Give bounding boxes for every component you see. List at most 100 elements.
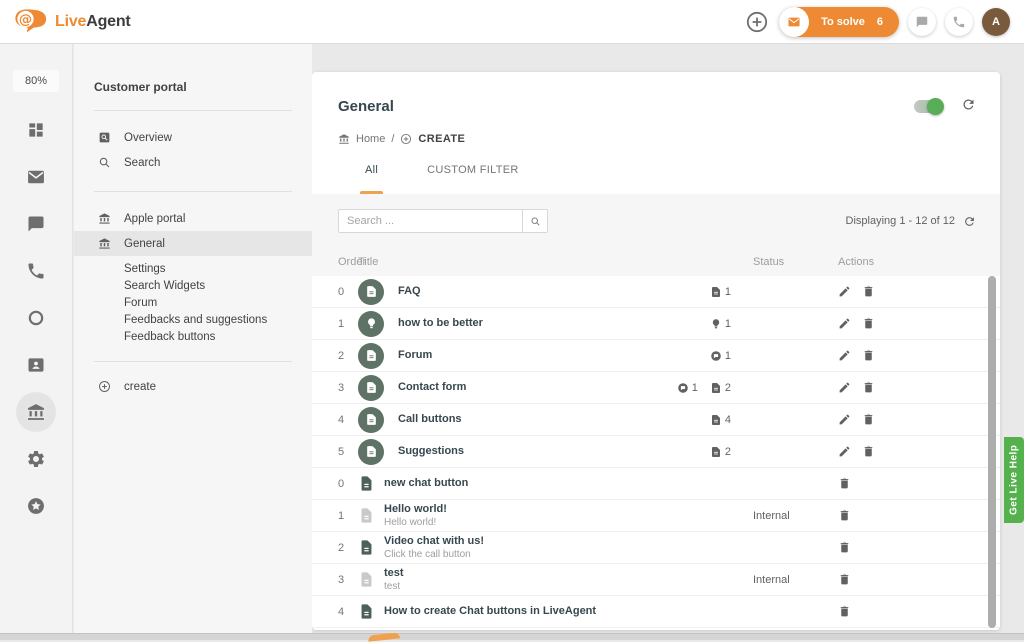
row-title: how to be better <box>398 317 483 330</box>
rail-item-star[interactable] <box>0 482 72 529</box>
delete-button[interactable] <box>838 541 851 554</box>
delete-button[interactable] <box>862 413 875 426</box>
table-row-test[interactable]: 3testtestInternal <box>312 564 1000 596</box>
sidebar-item-search[interactable]: Search <box>74 150 312 175</box>
plus-circle-icon <box>745 10 769 34</box>
category-avatar <box>358 375 384 401</box>
edit-button[interactable] <box>838 413 851 426</box>
delete-button[interactable] <box>838 477 851 490</box>
chat-button[interactable] <box>908 8 936 36</box>
article-file-icon <box>358 569 376 590</box>
breadcrumb-separator: / <box>391 133 394 145</box>
trash-icon <box>862 285 875 298</box>
sidebar-subitem-search-widgets[interactable]: Search Widgets <box>74 277 312 294</box>
left-rail: 80% <box>0 44 73 640</box>
delete-button[interactable] <box>862 317 875 330</box>
search-input[interactable] <box>338 209 522 233</box>
sidebar-item-general[interactable]: General <box>74 231 312 256</box>
row-order: 0 <box>338 478 358 490</box>
sidebar-subitem-feedback-buttons[interactable]: Feedback buttons <box>74 328 312 345</box>
star-icon <box>26 496 46 516</box>
breadcrumb-create[interactable]: CREATE <box>418 133 465 145</box>
rail-item-phone[interactable] <box>0 247 72 294</box>
row-title: How to create Chat buttons in LiveAgent <box>384 605 596 618</box>
portal-enabled-toggle[interactable] <box>914 100 942 113</box>
edit-button[interactable] <box>838 285 851 298</box>
row-order: 3 <box>338 382 358 394</box>
user-avatar[interactable]: A <box>982 8 1010 36</box>
delete-button[interactable] <box>862 445 875 458</box>
table-scrollbar[interactable] <box>988 276 996 628</box>
article-icon <box>710 382 722 394</box>
overview-icon <box>98 131 111 144</box>
search-button[interactable] <box>522 209 548 233</box>
pencil-icon <box>838 317 851 330</box>
sidebar-create-button[interactable]: create <box>74 374 312 399</box>
table-row-video-chat-with-us-[interactable]: 2Video chat with us!Click the call butto… <box>312 532 1000 564</box>
table-row-forum[interactable]: 2Forum1 <box>312 340 1000 372</box>
delete-button[interactable] <box>838 605 851 618</box>
get-live-help-button[interactable]: Get Live Help <box>1004 437 1024 523</box>
table-row-how-to-be-better[interactable]: 1how to be better1 <box>312 308 1000 340</box>
bulb-icon <box>710 318 722 330</box>
table-body: 0FAQ11how to be better12Forum1 3 Contact f… <box>312 276 1000 630</box>
refresh-button[interactable] <box>961 97 976 112</box>
delete-button[interactable] <box>862 349 875 362</box>
to-solve-count: 6 <box>877 16 883 28</box>
phone-icon <box>952 15 966 29</box>
table-row-contact-form[interactable]: 3Contact form12 <box>312 372 1000 404</box>
table-row-faq[interactable]: 0FAQ1 <box>312 276 1000 308</box>
add-new-button[interactable] <box>744 9 770 35</box>
tabs: AllCUSTOM FILTER <box>338 162 974 194</box>
header-actions: To solve 6 A <box>744 7 1010 37</box>
refresh-icon <box>961 97 976 112</box>
rail-nav <box>0 106 72 529</box>
edit-button[interactable] <box>838 317 851 330</box>
rail-item-bank[interactable] <box>0 388 72 435</box>
column-actions: Actions <box>836 256 978 268</box>
rail-item-ring[interactable] <box>0 294 72 341</box>
row-subtitle: test <box>384 581 404 593</box>
table-row-suggestions[interactable]: 5Suggestions2 <box>312 436 1000 468</box>
sidebar-general-children: SettingsSearch WidgetsForumFeedbacks and… <box>74 260 312 345</box>
refresh-icon <box>963 215 976 228</box>
sidebar-subitem-settings[interactable]: Settings <box>74 260 312 277</box>
sidebar-subitem-feedbacks-and-suggestions[interactable]: Feedbacks and suggestions <box>74 311 312 328</box>
sidebar-item-label: Overview <box>124 132 172 144</box>
divider <box>94 110 292 111</box>
sidebar-item-overview[interactable]: Overview <box>74 125 312 150</box>
row-title: new chat button <box>384 477 468 490</box>
rail-item-contacts[interactable] <box>0 341 72 388</box>
table-row-new-chat-button[interactable]: 0 new chat button <box>312 468 1000 500</box>
breadcrumb-home[interactable]: Home <box>356 133 385 145</box>
refresh-list-button[interactable] <box>963 215 976 228</box>
trash-icon <box>862 445 875 458</box>
home-icon <box>338 133 350 145</box>
table-toolbar: Displaying 1 - 12 of 12 <box>312 194 1000 248</box>
edit-button[interactable] <box>838 349 851 362</box>
rail-item-mail[interactable] <box>0 153 72 200</box>
delete-button[interactable] <box>862 381 875 394</box>
to-solve-button[interactable]: To solve 6 <box>779 7 899 37</box>
contacts-icon <box>26 355 46 375</box>
tab-custom-filter[interactable]: CUSTOM FILTER <box>393 162 534 194</box>
tab-all[interactable]: All <box>350 162 393 194</box>
chat-icon <box>915 15 929 29</box>
row-title: test <box>384 567 404 580</box>
delete-button[interactable] <box>838 573 851 586</box>
delete-button[interactable] <box>862 285 875 298</box>
edit-button[interactable] <box>838 445 851 458</box>
sidebar-item-apple-portal[interactable]: Apple portal <box>74 206 312 231</box>
rail-item-gear[interactable] <box>0 435 72 482</box>
rail-item-chat[interactable] <box>0 200 72 247</box>
table-row-hello-world-[interactable]: 1Hello world!Hello world!Internal <box>312 500 1000 532</box>
phone-button[interactable] <box>945 8 973 36</box>
table-row-call-buttons[interactable]: 4Call buttons4 <box>312 404 1000 436</box>
trash-icon <box>838 477 851 490</box>
row-title: Contact form <box>398 381 466 394</box>
delete-button[interactable] <box>838 509 851 522</box>
table-row-how-to-create-chat-buttons-in-liveagent[interactable]: 4How to create Chat buttons in LiveAgent <box>312 596 1000 628</box>
sidebar-subitem-forum[interactable]: Forum <box>74 294 312 311</box>
rail-item-dashboard[interactable] <box>0 106 72 153</box>
edit-button[interactable] <box>838 381 851 394</box>
